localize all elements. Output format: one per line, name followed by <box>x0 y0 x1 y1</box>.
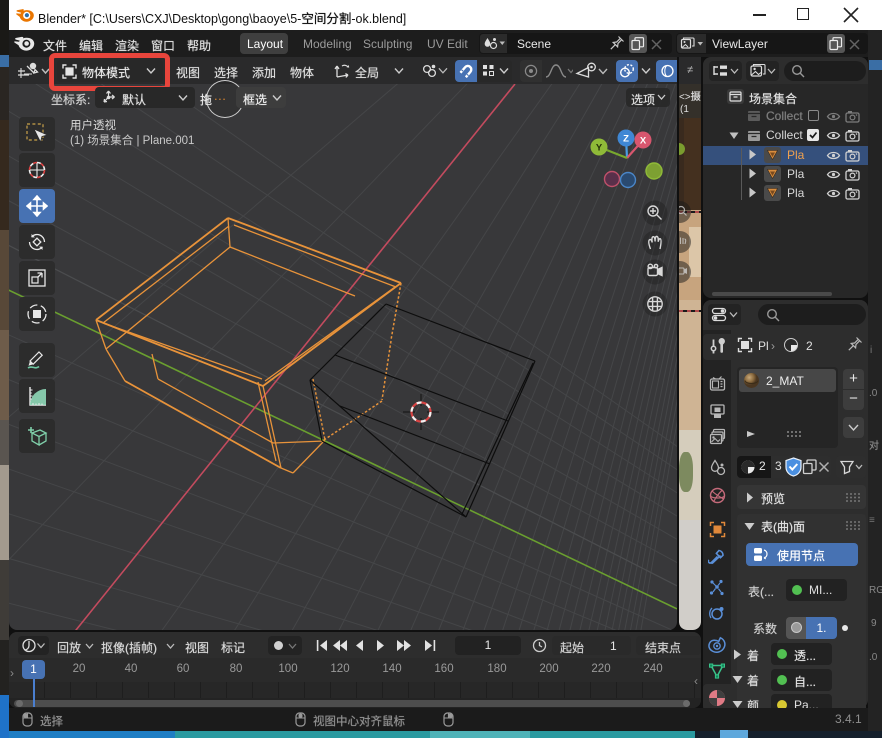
svg-text:X: X <box>640 135 647 146</box>
svg-text:Z: Z <box>623 133 629 144</box>
svg-text:Y: Y <box>596 142 603 153</box>
svg-text:用户透视: 用户透视 <box>70 118 116 132</box>
svg-text:(1) 场景集合 | Plane.001: (1) 场景集合 | Plane.001 <box>70 133 194 147</box>
